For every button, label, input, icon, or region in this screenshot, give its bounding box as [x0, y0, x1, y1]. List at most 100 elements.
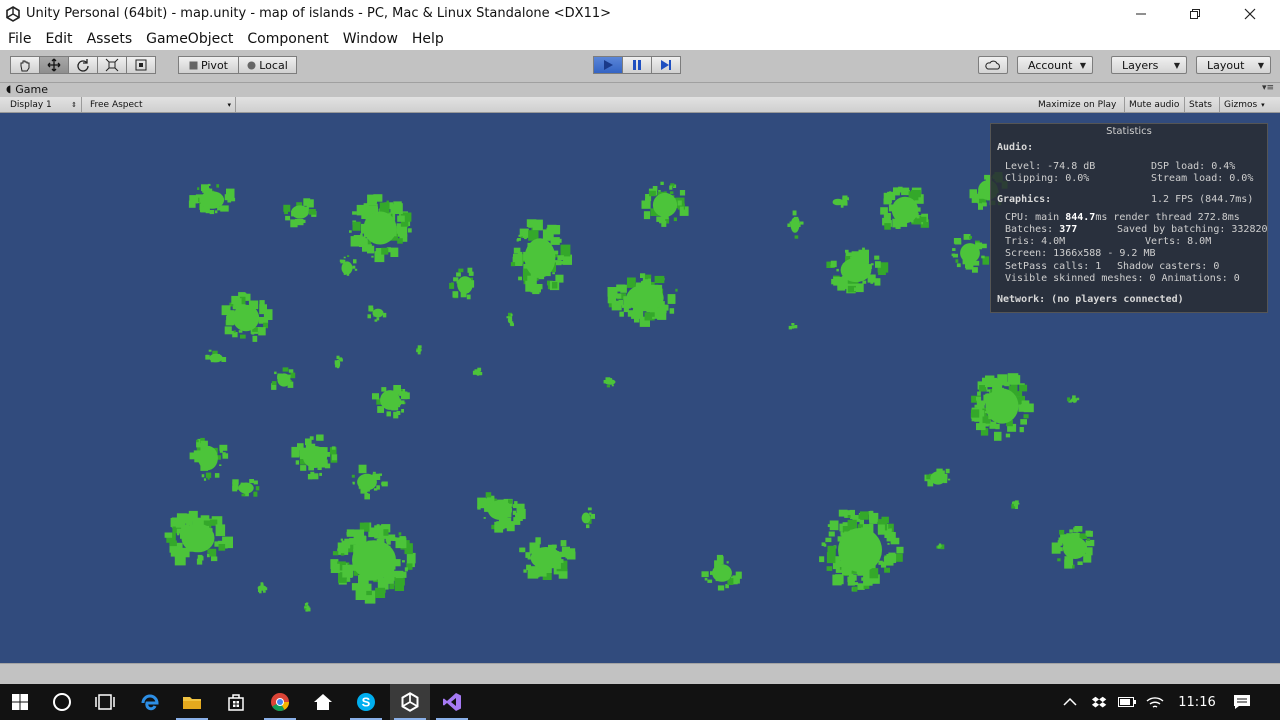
rotate-tool-button[interactable] [68, 56, 98, 74]
island [938, 544, 942, 548]
land-tile [640, 273, 646, 278]
game-tab[interactable]: ◖ Game [6, 83, 48, 96]
menu-assets[interactable]: Assets [81, 31, 139, 47]
land-tile [677, 200, 682, 206]
scale-tool-button[interactable] [97, 56, 127, 74]
layers-dropdown[interactable]: Layers ▼ [1111, 56, 1187, 74]
land-tile [995, 423, 1000, 430]
menu-file[interactable]: File [2, 31, 37, 47]
layout-dropdown[interactable]: Layout ▼ [1196, 56, 1271, 74]
menu-window[interactable]: Window [337, 31, 404, 47]
land-tile [1020, 419, 1027, 425]
land-tile [621, 304, 626, 308]
menu-gameobject[interactable]: GameObject [140, 31, 239, 47]
land-tile [652, 316, 655, 319]
visual-studio-icon[interactable] [432, 684, 472, 720]
land-tile [259, 300, 265, 305]
move-tool-button[interactable] [39, 56, 69, 74]
play-button[interactable] [593, 56, 623, 74]
land-tile [507, 521, 511, 527]
cloud-button[interactable] [978, 56, 1008, 74]
minimize-button[interactable] [1118, 0, 1164, 28]
land-tile [358, 464, 367, 474]
maximize-on-play-toggle[interactable]: Maximize on Play [1034, 97, 1125, 112]
cortana-icon[interactable] [42, 684, 82, 720]
land-tile [989, 421, 997, 429]
stats-toggle[interactable]: Stats [1185, 97, 1220, 112]
gizmos-dropdown[interactable]: Gizmos ▾ [1220, 97, 1276, 112]
land-tile [845, 249, 849, 253]
edge-icon[interactable] [130, 684, 170, 720]
land-tile [1057, 540, 1063, 546]
land-tile [220, 205, 229, 212]
land-tile [945, 468, 950, 474]
skype-icon[interactable]: S [346, 684, 386, 720]
home-icon[interactable] [303, 684, 343, 720]
windows-start-icon[interactable] [0, 684, 40, 720]
unity-icon[interactable] [390, 684, 430, 720]
account-dropdown[interactable]: Account ▼ [1017, 56, 1093, 74]
island [712, 564, 732, 582]
menu-edit[interactable]: Edit [39, 31, 78, 47]
land-tile [532, 219, 543, 231]
hand-tool-button[interactable] [10, 56, 40, 74]
land-tile [291, 446, 300, 458]
pivot-toggle[interactable]: Pivot [178, 56, 239, 74]
wifi-icon[interactable] [1138, 684, 1172, 720]
local-toggle[interactable]: Local [238, 56, 297, 74]
menu-help[interactable]: Help [406, 31, 450, 47]
land-tile [205, 354, 210, 360]
land-tile [1069, 529, 1073, 533]
land-tile [619, 311, 624, 317]
store-icon[interactable] [216, 684, 256, 720]
land-tile [251, 332, 255, 335]
aspect-select[interactable]: Free Aspect ▾ [86, 97, 236, 112]
land-tile [649, 190, 656, 197]
land-tile [233, 330, 236, 333]
land-tile [643, 211, 651, 220]
island [181, 523, 215, 553]
restore-button[interactable] [1172, 0, 1218, 28]
land-tile [201, 474, 205, 478]
land-tile [284, 209, 288, 215]
action-center-icon[interactable] [1222, 684, 1262, 720]
land-tile [552, 272, 555, 275]
pause-button[interactable] [622, 56, 652, 74]
land-tile [919, 216, 927, 222]
mute-audio-toggle[interactable]: Mute audio [1125, 97, 1185, 112]
gizmos-label: Gizmos [1224, 99, 1258, 110]
land-tile [219, 464, 222, 466]
land-tile [518, 276, 522, 281]
land-tile [1016, 391, 1023, 396]
land-tile [679, 190, 686, 196]
land-tile [1021, 400, 1027, 405]
display-select[interactable]: Display 1 ⇕ [6, 97, 82, 112]
land-tile [360, 233, 363, 236]
file-explorer-icon[interactable] [172, 684, 212, 720]
land-tile [1067, 397, 1071, 402]
rect-tool-button[interactable] [126, 56, 156, 74]
layers-caret-icon: ▼ [1173, 60, 1180, 70]
panel-menu-icon[interactable]: ▾≡ [1262, 83, 1274, 93]
land-tile [828, 531, 835, 537]
land-tile [231, 295, 240, 304]
land-tile [851, 251, 861, 259]
island [198, 445, 218, 471]
land-tile [263, 309, 273, 320]
network-status: Network: (no players connected) [997, 294, 1184, 305]
land-tile [240, 334, 246, 339]
audio-level: Level: -74.8 dB [1005, 161, 1096, 172]
land-tile [658, 190, 661, 192]
land-tile [887, 191, 895, 198]
land-tile [842, 195, 848, 201]
chrome-icon[interactable] [260, 684, 300, 720]
land-tile [224, 326, 232, 335]
land-tile [386, 411, 391, 417]
task-view-icon[interactable] [85, 684, 125, 720]
close-button[interactable] [1227, 0, 1273, 28]
land-tile [1074, 526, 1083, 532]
land-tile [554, 250, 559, 255]
taskbar-clock[interactable]: 11:16 [1168, 684, 1226, 720]
menu-component[interactable]: Component [241, 31, 334, 47]
step-button[interactable] [651, 56, 681, 74]
